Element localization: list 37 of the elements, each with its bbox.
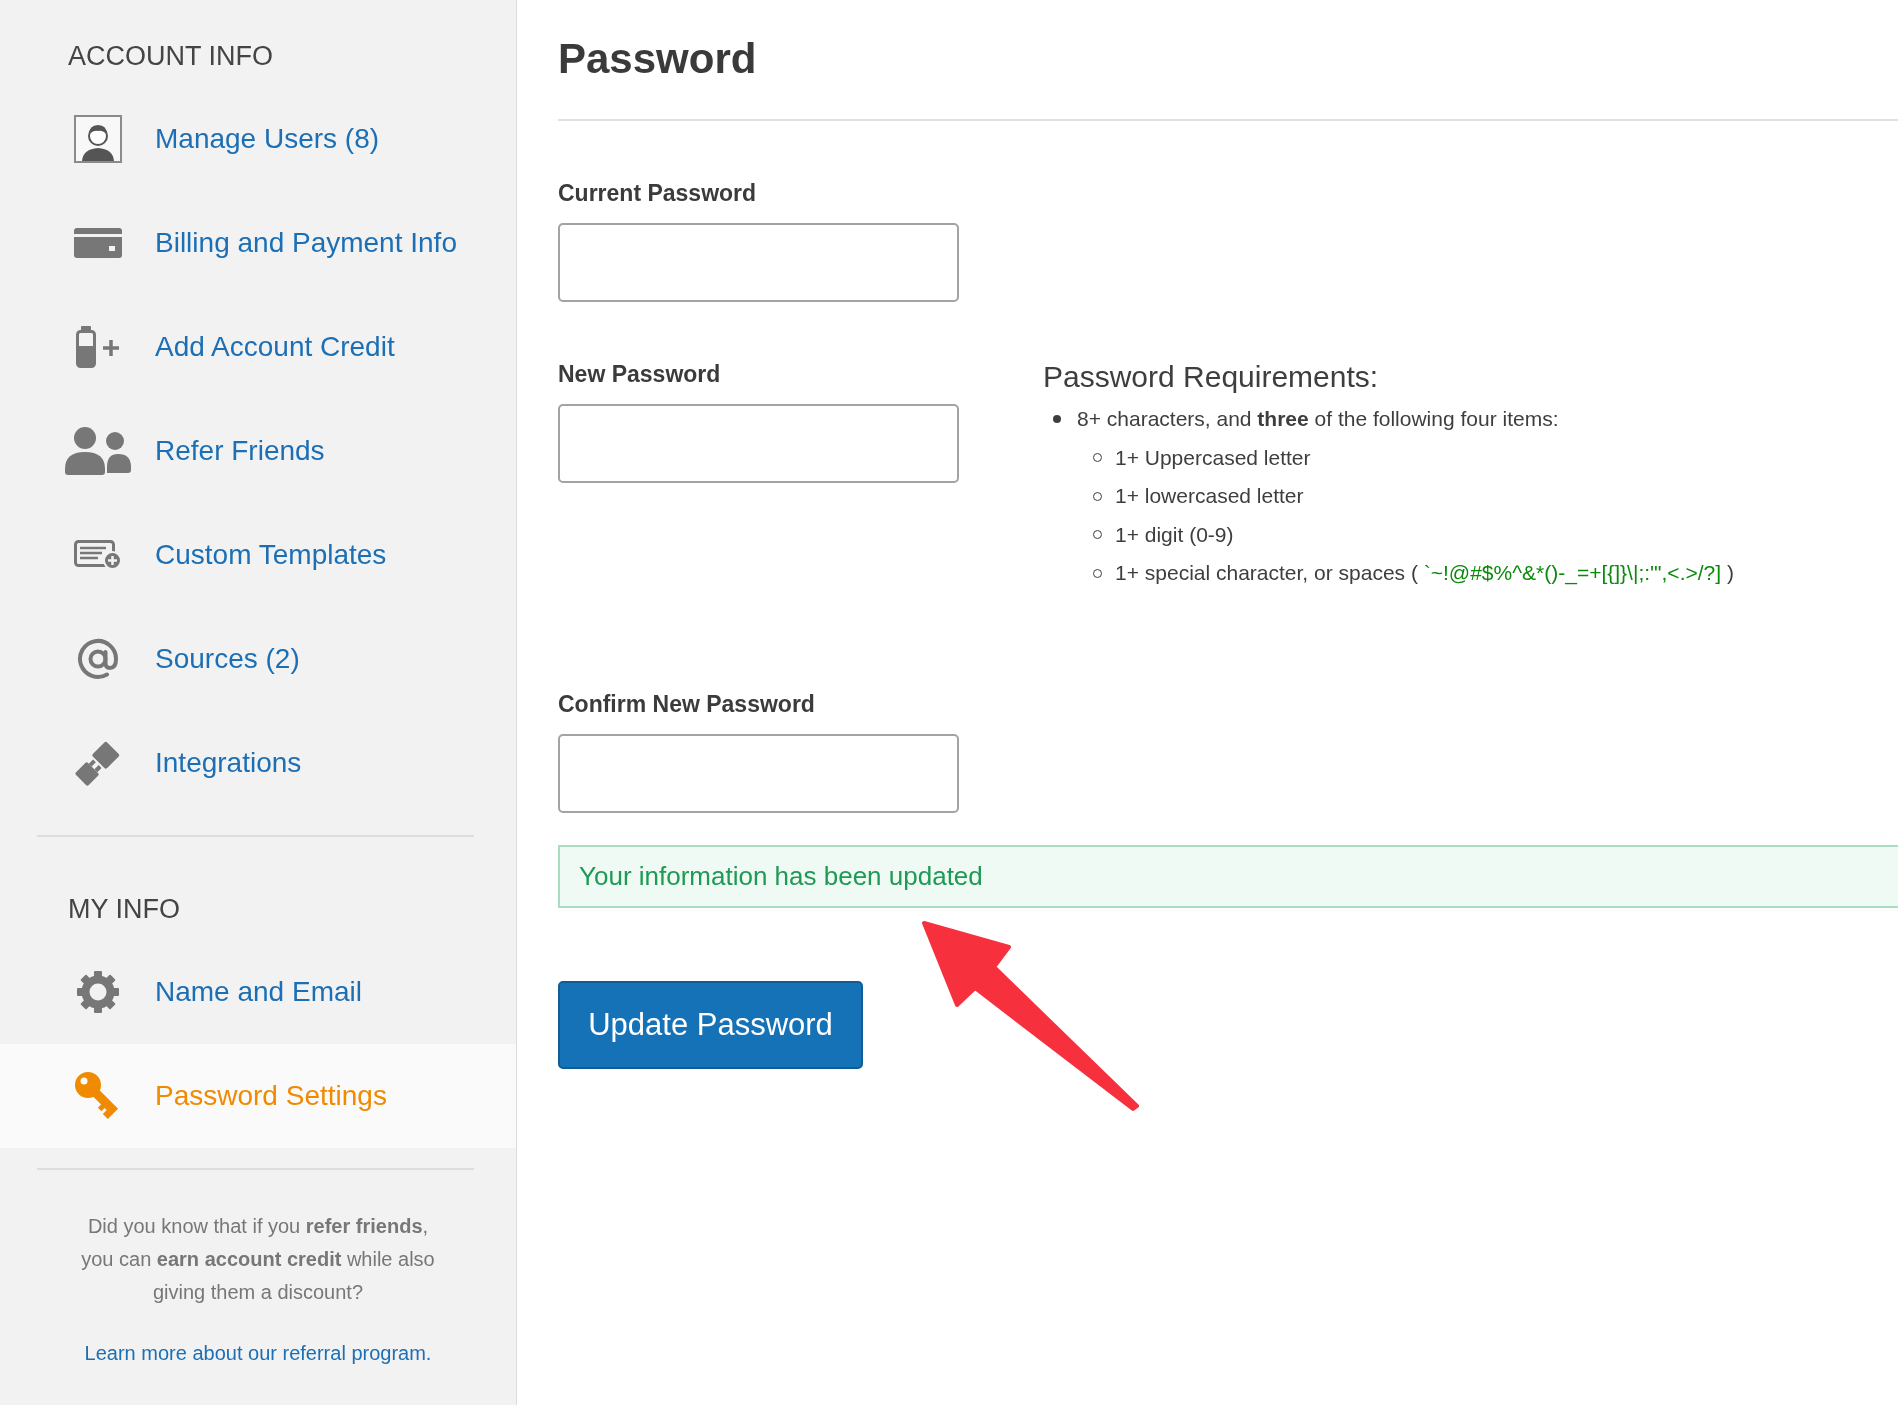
sidebar-item[interactable]: Password Settings bbox=[0, 1044, 516, 1148]
sidebar-item[interactable]: Name and Email bbox=[0, 940, 516, 1044]
requirement-text: 1+ Uppercased letter bbox=[1115, 444, 1311, 471]
sidebar-item[interactable]: Manage Users (8) bbox=[0, 87, 516, 191]
password-field[interactable] bbox=[558, 223, 959, 302]
card-icon bbox=[74, 228, 122, 258]
battery-plus-icon bbox=[75, 326, 121, 368]
requirement-text: 1+ lowercased letter bbox=[1115, 483, 1304, 509]
sidebar-item[interactable]: Billing and Payment Info bbox=[0, 191, 516, 295]
status-message: Your information has been updated bbox=[558, 844, 1898, 908]
referral-link[interactable]: Learn more about our referral program. bbox=[84, 1342, 432, 1364]
section-heading: MY INFO bbox=[68, 894, 180, 924]
password-field[interactable] bbox=[558, 404, 959, 483]
user-portrait-icon bbox=[74, 115, 122, 163]
gear-icon bbox=[76, 970, 120, 1014]
at-sign-icon bbox=[77, 638, 119, 680]
template-plus-icon bbox=[74, 540, 122, 570]
plug-icon bbox=[74, 739, 122, 787]
submit-button[interactable]: Update Password bbox=[558, 980, 863, 1069]
people-icon bbox=[65, 427, 131, 475]
sidebar-item[interactable]: Add Account Credit bbox=[0, 295, 516, 399]
password-field[interactable] bbox=[558, 733, 959, 813]
sidebar-item[interactable]: Integrations bbox=[0, 711, 516, 815]
bullet-icon bbox=[1053, 415, 1061, 424]
field-label: Confirm New Password bbox=[558, 689, 815, 719]
sidebar-item[interactable]: Refer Friends bbox=[0, 399, 516, 503]
sidebar-item[interactable]: Sources (2) bbox=[0, 607, 516, 711]
sidebar-item[interactable]: Custom Templates bbox=[0, 503, 516, 607]
section-heading: ACCOUNT INFO bbox=[68, 41, 273, 71]
field-label: Current Password bbox=[558, 179, 757, 208]
promo-text: Did you know that if you refer friends, you can earn account credit while also giving them a discount? bbox=[80, 1214, 436, 1305]
requirements-heading: Password Requirements: bbox=[1043, 359, 1379, 395]
page-title: Password bbox=[558, 34, 757, 84]
requirement-text: 1+ special character, or spaces ( `~!@#$%^&*()-_=+[{]}\|;:'",<.>/?] ) bbox=[1115, 560, 1734, 587]
requirement-text: 8+ characters, and three of the following four items: bbox=[1077, 406, 1559, 432]
field-label: New Password bbox=[558, 360, 721, 389]
requirement-text: 1+ digit (0-9) bbox=[1115, 521, 1234, 548]
